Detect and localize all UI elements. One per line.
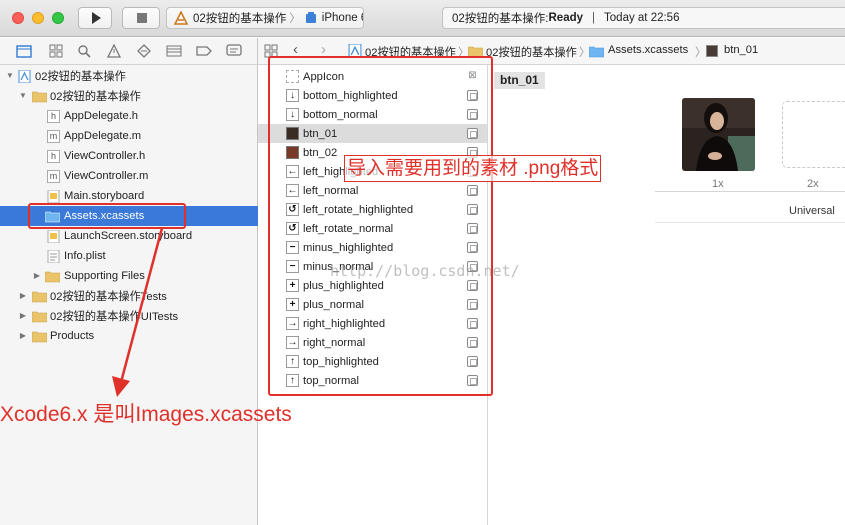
toolbar: 02按钮的基本操作 〉 iPhone 6 02按钮的基本操作: Ready | … — [0, 0, 845, 37]
asset-list-highlight-box — [268, 56, 493, 396]
tree-item-label: ViewController.m — [64, 170, 149, 182]
scheme-project-label: 02按钮的基本操作 — [193, 13, 287, 25]
search-icon — [78, 45, 91, 58]
breadcrumb-assets[interactable]: Assets.xcassets — [608, 44, 688, 56]
h-file-icon: h — [47, 149, 60, 163]
warning-icon — [107, 44, 121, 58]
tree-item-label: AppDelegate.m — [64, 130, 142, 142]
disclosure-closed-icon[interactable]: ▶ — [18, 311, 28, 321]
folder-icon — [32, 91, 47, 102]
tree-item-project[interactable]: ▼ 02按钮的基本操作 — [0, 66, 258, 86]
activity-time: Today at 22:56 — [604, 12, 680, 24]
disclosure-closed-icon[interactable]: ▶ — [18, 291, 28, 301]
annotation-arrow-icon — [112, 227, 164, 397]
folder-icon — [32, 291, 47, 302]
project-navigator-tab[interactable] — [16, 43, 32, 59]
scale-label-1x: 1x — [712, 178, 724, 190]
debug-icon — [166, 45, 182, 57]
minimize-window-button[interactable] — [32, 12, 44, 24]
breakpoint-icon — [196, 46, 212, 56]
find-navigator-tab[interactable] — [76, 43, 92, 59]
stop-icon — [137, 13, 147, 23]
activity-separator: | — [592, 12, 596, 24]
scale-label-2x: 2x — [807, 178, 819, 190]
zoom-window-button[interactable] — [52, 12, 64, 24]
tree-item-label: Main.storyboard — [64, 190, 145, 202]
tree-item-label: AppDelegate.h — [64, 110, 139, 122]
run-button[interactable] — [78, 7, 112, 29]
watermark: http://blog.csdn.net/ — [330, 262, 520, 280]
report-icon — [226, 44, 242, 56]
xcode-app-icon — [173, 11, 189, 25]
tree-item-label: ViewController.h — [64, 150, 146, 162]
debug-navigator-tab[interactable] — [166, 43, 182, 59]
assets-folder-icon — [589, 46, 604, 58]
activity-project: 02按钮的基本操作: — [452, 13, 549, 25]
tree-item-file[interactable]: h AppDelegate.h — [0, 106, 258, 126]
tree-item-group[interactable]: ▼ 02按钮的基本操作 — [0, 86, 258, 106]
storyboard-icon — [47, 189, 60, 203]
folder-icon — [32, 311, 47, 322]
folder-icon — [16, 45, 32, 58]
issue-navigator-tab[interactable] — [106, 43, 122, 59]
tree-item-file[interactable]: m ViewController.m — [0, 166, 258, 186]
m-file-icon: m — [47, 169, 60, 183]
tree-item-file[interactable]: m AppDelegate.m — [0, 126, 258, 146]
chevron-right-icon: 〉 — [695, 47, 707, 59]
close-window-button[interactable] — [12, 12, 24, 24]
test-icon — [137, 44, 151, 58]
tree-item-label: Products — [50, 330, 95, 342]
portrait-thumbnail-icon — [682, 98, 755, 171]
image-set-title: btn_01 — [494, 72, 545, 89]
symbol-navigator-tab[interactable] — [48, 43, 64, 59]
scheme-device-label: iPhone 6 — [321, 12, 364, 24]
breakpoint-navigator-tab[interactable] — [196, 43, 212, 59]
test-navigator-tab[interactable] — [136, 43, 152, 59]
h-file-icon: h — [47, 109, 60, 123]
image-set-editor: btn_01 1x 2x Universal — [489, 65, 845, 525]
navigator-tab-bar — [0, 38, 258, 65]
annotation-import-assets: 导入需要用到的素材 .png格式 — [344, 155, 602, 182]
chevron-right-icon: 〉 — [289, 13, 301, 25]
stop-button[interactable] — [122, 7, 160, 29]
m-file-icon: m — [47, 129, 60, 143]
folder-icon — [45, 271, 60, 282]
project-icon — [18, 69, 31, 83]
tree-item-label: 02按钮的基本操作 — [50, 91, 141, 103]
breadcrumb-group[interactable]: 02按钮的基本操作 — [486, 44, 577, 60]
symbol-icon — [49, 44, 63, 58]
breadcrumb-image-set[interactable]: btn_01 — [724, 44, 758, 56]
tree-item-label: 02按钮的基本操作 — [35, 71, 126, 83]
idiom-row: Universal — [655, 191, 845, 223]
activity-status: Ready — [548, 12, 584, 24]
tree-item-file[interactable]: h ViewController.h — [0, 146, 258, 166]
annotation-xcode6-name: Xcode6.x 是叫Images.xcassets — [0, 403, 292, 426]
disclosure-closed-icon[interactable]: ▶ — [18, 331, 28, 341]
play-icon — [92, 12, 101, 24]
disclosure-open-icon[interactable]: ▼ — [5, 71, 15, 81]
disclosure-open-icon[interactable]: ▼ — [18, 91, 28, 101]
device-icon — [305, 12, 316, 23]
image-slot-2x[interactable] — [782, 101, 845, 168]
idiom-label: Universal — [789, 205, 835, 217]
scheme-selector[interactable]: 02按钮的基本操作 〉 iPhone 6 — [166, 7, 364, 29]
disclosure-closed-icon[interactable]: ▶ — [32, 271, 42, 281]
activity-viewer: 02按钮的基本操作: Ready | Today at 22:56 — [442, 7, 845, 29]
storyboard-icon — [47, 229, 60, 243]
folder-icon — [32, 331, 47, 342]
image-slot-1x[interactable] — [682, 98, 755, 171]
plist-icon — [47, 249, 60, 263]
report-navigator-tab[interactable] — [226, 43, 242, 59]
image-set-icon — [706, 45, 718, 57]
